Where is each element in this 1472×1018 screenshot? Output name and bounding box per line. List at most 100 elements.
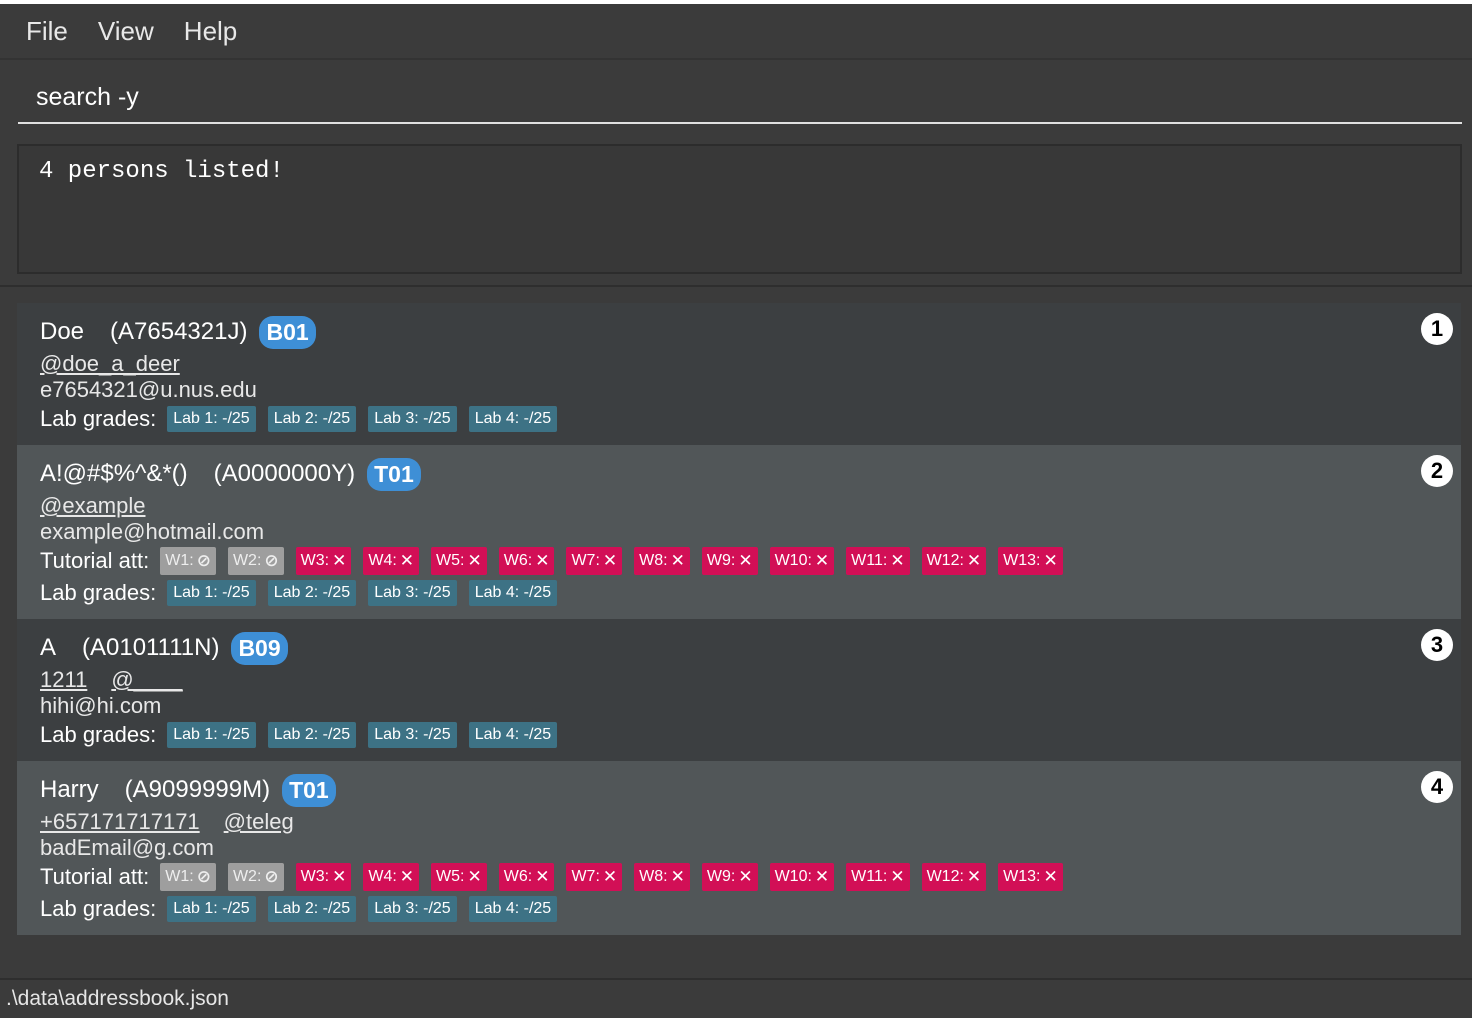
attendance-week: W7: [571,868,600,885]
attendance-tag-absent: W8: ✕ [634,863,690,891]
email-text: badEmail@g.com [40,835,214,860]
student-id: (A0101111N) [82,634,220,661]
lab-grade-tag: Lab 2: -/25 [267,580,357,606]
person-card[interactable]: Harry (A9099999M) T01 4 +657171717171 @teleg b… [17,761,1461,935]
menu-bar: File View Help [0,4,1472,60]
person-name: A [40,634,57,661]
index-badge: 2 [1421,455,1453,487]
lab-grade-tag: Lab 1: -/25 [167,896,256,922]
attendance-week: W12: [926,552,964,569]
attendance-tag-absent: W7: ✕ [566,863,623,891]
attendance-tag-absent: W9: ✕ [701,863,758,891]
menu-file[interactable]: File [26,16,68,47]
attendance-tag-excused: W2: ⊘ [227,547,284,575]
telegram-link[interactable]: @example [40,493,146,519]
attendance-tag-absent: W12: ✕ [921,863,987,891]
cross-icon: ✕ [332,867,347,886]
attendance-week: W13: [1003,868,1041,885]
attendance-tag-absent: W7: ✕ [566,547,623,575]
lab-grade-tag: Lab 2: -/25 [267,406,357,432]
lab-grade-tag: Lab 1: -/25 [167,580,256,606]
attendance-tag-absent: W4: ✕ [363,547,420,575]
attendance-week: W2: [232,552,262,569]
cross-icon: ✕ [399,867,415,886]
person-name: A!@#$%^&*() [40,460,188,487]
tutorial-attendance-row: Tutorial att: W1: ⊘ W2: ⊘ W3: ✕ W4: ✕ W5: ✕ W6: ✕ W7:… [40,861,1438,893]
attendance-week: W4: [368,868,397,885]
attendance-tag-absent: W11: ✕ [846,863,910,891]
cross-icon: ✕ [602,551,618,570]
attendance-tag-absent: W9: ✕ [701,547,758,575]
attendance-tag-excused: W2: ⊘ [227,863,284,891]
email-text: example@hotmail.com [40,519,265,544]
index-badge: 1 [1421,313,1453,345]
attendance-week: W6: [503,868,533,885]
menu-help[interactable]: Help [184,16,237,47]
cross-icon: ✕ [399,551,415,570]
attendance-week: W9: [706,868,736,885]
attendance-tag-absent: W3: ✕ [295,547,352,575]
cross-icon: ✕ [332,551,347,570]
excused-icon: ⊘ [196,551,211,570]
lab-grade-tag: Lab 4: -/25 [468,406,558,432]
attendance-tag-absent: W6: ✕ [498,547,555,575]
telegram-link[interactable]: @teleg [224,809,294,835]
excused-icon: ⊘ [196,867,211,886]
person-header: A (A0101111N) B09 [40,629,1438,667]
attendance-week: W5: [436,868,465,885]
attendance-tag-excused: W1: ⊘ [160,547,216,575]
menu-view[interactable]: View [98,16,154,47]
person-name: Harry [40,776,99,803]
command-input[interactable] [18,72,1462,124]
cross-icon: ✕ [535,551,550,570]
lab-grade-tag: Lab 4: -/25 [468,580,558,606]
telegram-link[interactable]: @doe_a_deer [40,351,180,377]
attendance-week: W9: [706,552,736,569]
attendance-tag-absent: W10: ✕ [769,863,835,891]
lab-grade-tag: Lab 2: -/25 [267,722,357,748]
cross-icon: ✕ [966,867,982,886]
save-location: .\data\addressbook.json [6,987,229,1010]
cross-icon: ✕ [738,551,753,570]
attendance-week: W6: [503,552,533,569]
lab-grade-tag: Lab 4: -/25 [468,896,558,922]
person-card[interactable]: A!@#$%^&*() (A0000000Y) T01 2 @example exampl… [17,445,1461,619]
cross-icon: ✕ [814,867,830,886]
person-header: Harry (A9099999M) T01 [40,771,1438,809]
lab-grade-tag: Lab 4: -/25 [468,722,558,748]
attendance-tag-excused: W1: ⊘ [160,863,216,891]
lab-grades-row: Lab grades: Lab 1: -/25 Lab 2: -/25 Lab 3: … [40,577,1438,609]
lab-grades-row: Lab grades: Lab 1: -/25 Lab 2: -/25 Lab 3: … [40,719,1438,751]
excused-icon: ⊘ [264,867,279,886]
cross-icon: ✕ [467,867,482,886]
lab-grade-tag: Lab 3: -/25 [368,406,457,432]
cross-icon: ✕ [738,867,753,886]
lab-grade-tag: Lab 1: -/25 [167,406,256,432]
attendance-week: W13: [1003,552,1041,569]
attendance-week: W7: [571,552,600,569]
attendance-week: W11: [851,868,888,885]
person-card[interactable]: Doe (A7654321J) B01 1 @doe_a_deer e7654321@u.… [17,303,1461,445]
attendance-tag-absent: W10: ✕ [769,547,835,575]
attendance-week: W1: [165,868,194,885]
person-card[interactable]: A (A0101111N) B09 3 1211 @____ hihi@hi.com Lab … [17,619,1461,761]
result-display: 4 persons listed! [17,144,1462,274]
student-id: (A7654321J) [110,318,248,345]
attendance-week: W4: [368,552,397,569]
person-name: Doe [40,318,85,345]
person-list[interactable]: Doe (A7654321J) B01 1 @doe_a_deer e7654321@u.… [17,303,1461,935]
telegram-link[interactable]: @____ [111,667,182,693]
student-id: (A9099999M) [124,776,271,803]
group-badge: T01 [282,773,336,807]
lab-grades-label: Lab grades: [40,580,157,605]
phone-link[interactable]: 1211 [40,667,87,693]
contact-row: +657171717171 @teleg [40,809,1438,835]
phone-link[interactable]: +657171717171 [40,809,200,835]
status-bar: .\data\addressbook.json [0,978,1472,1018]
attendance-tag-absent: W8: ✕ [634,547,690,575]
contact-row: @doe_a_deer [40,351,1438,377]
student-id: (A0000000Y) [213,460,356,487]
attendance-tag-absent: W13: ✕ [998,547,1063,575]
lab-grade-tag: Lab 3: -/25 [368,580,457,606]
attendance-tag-absent: W6: ✕ [498,863,555,891]
